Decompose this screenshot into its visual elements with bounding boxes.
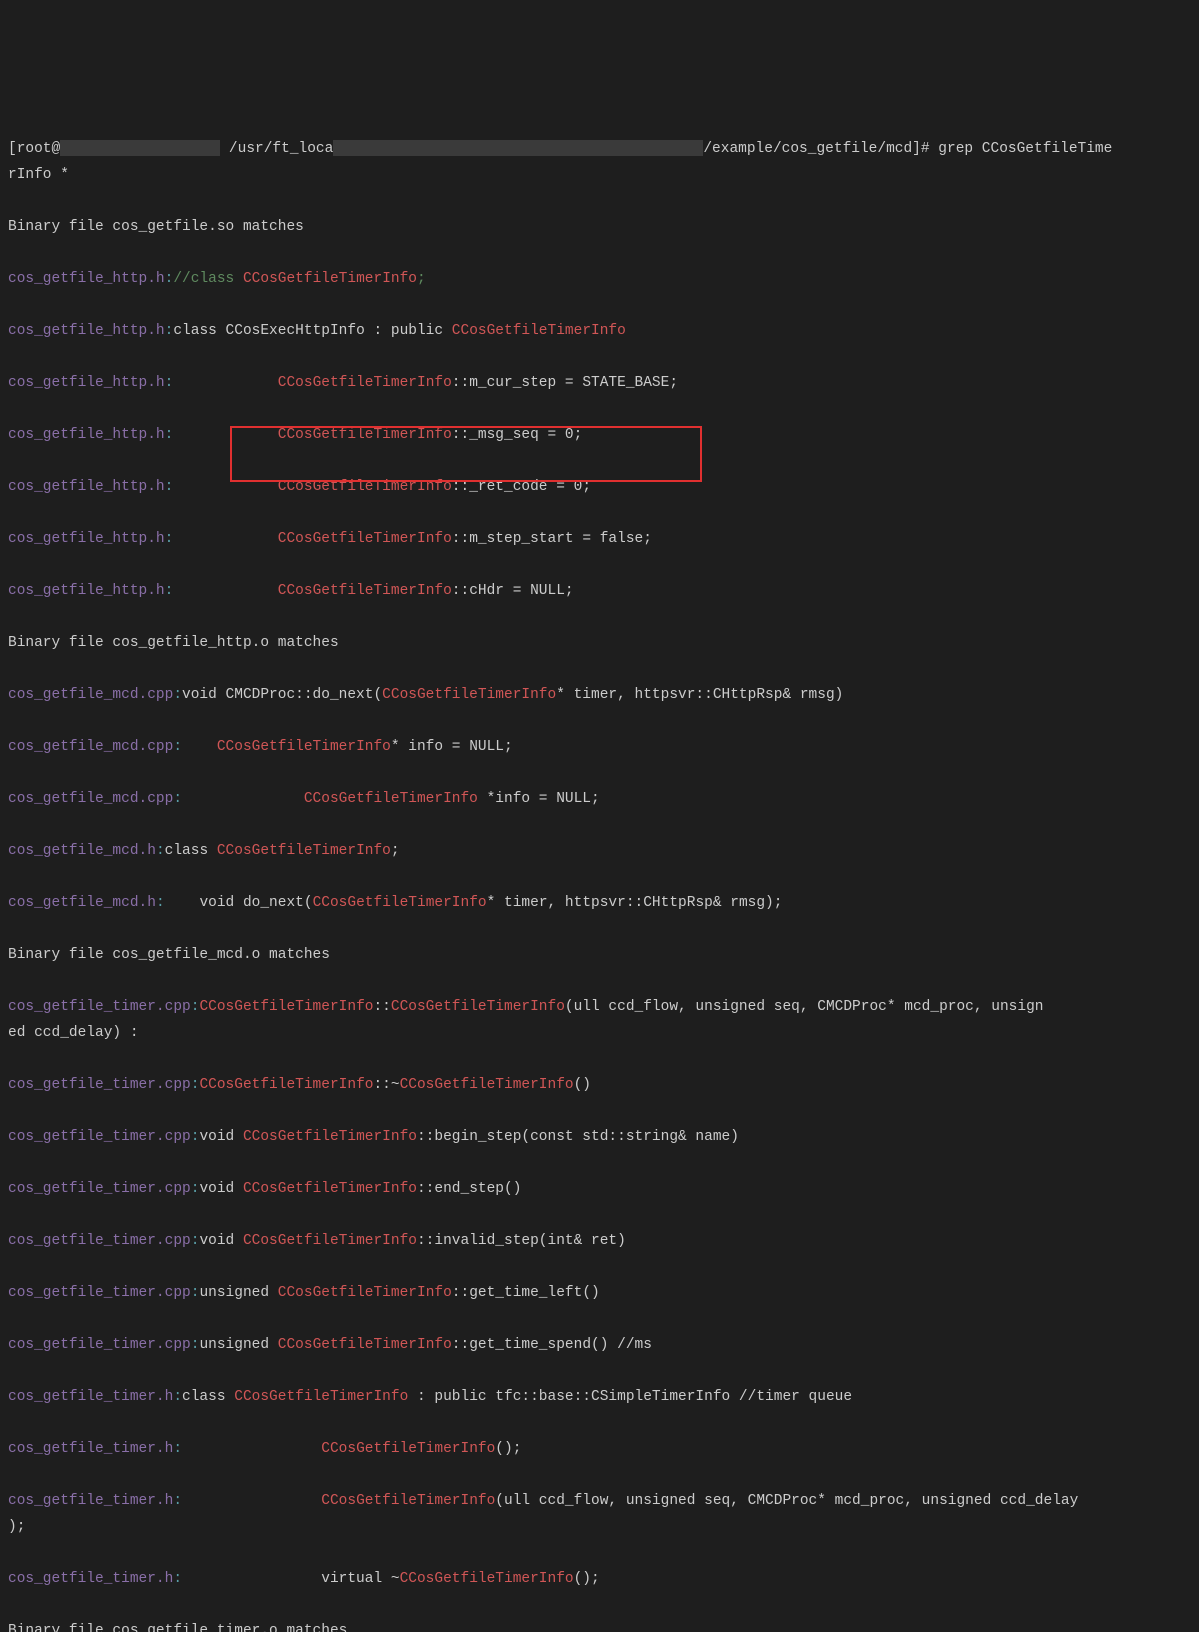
output-line: cos_getfile_timer.h: CCosGetfileTimerInf… <box>8 1436 1191 1462</box>
output-line: cos_getfile_timer.h: virtual ~CCosGetfil… <box>8 1566 1191 1592</box>
output-line: cos_getfile_http.h: CCosGetfileTimerInfo… <box>8 422 1191 448</box>
output-line: cos_getfile_timer.cpp:void CCosGetfileTi… <box>8 1228 1191 1254</box>
prompt-line: [root@ /usr/ft_loca/example/cos_getfile/… <box>8 136 1191 188</box>
output-line: cos_getfile_timer.cpp:unsigned CCosGetfi… <box>8 1280 1191 1306</box>
output-line: cos_getfile_timer.cpp:CCosGetfileTimerIn… <box>8 1072 1191 1098</box>
output-line: cos_getfile_http.h: CCosGetfileTimerInfo… <box>8 526 1191 552</box>
output-line: cos_getfile_timer.cpp:void CCosGetfileTi… <box>8 1124 1191 1150</box>
output-line: cos_getfile_mcd.cpp:void CMCDProc::do_ne… <box>8 682 1191 708</box>
output-line: cos_getfile_timer.h: CCosGetfileTimerInf… <box>8 1488 1191 1540</box>
output-line: cos_getfile_mcd.cpp: CCosGetfileTimerInf… <box>8 786 1191 812</box>
output-line: cos_getfile_timer.cpp:CCosGetfileTimerIn… <box>8 994 1191 1046</box>
output-line: Binary file cos_getfile_mcd.o matches <box>8 942 1191 968</box>
redacted-path <box>333 140 703 156</box>
output-line: cos_getfile_http.h: CCosGetfileTimerInfo… <box>8 578 1191 604</box>
output-line: cos_getfile_http.h://class CCosGetfileTi… <box>8 266 1191 292</box>
output-line: cos_getfile_timer.h:class CCosGetfileTim… <box>8 1384 1191 1410</box>
output-line: cos_getfile_mcd.cpp: CCosGetfileTimerInf… <box>8 734 1191 760</box>
command: grep CCosGetfileTime <box>938 141 1112 157</box>
command-cont: rInfo * <box>8 167 69 183</box>
output-line: cos_getfile_mcd.h: void do_next(CCosGetf… <box>8 890 1191 916</box>
terminal-output: [root@ /usr/ft_loca/example/cos_getfile/… <box>8 110 1191 1632</box>
output-line: Binary file cos_getfile_timer.o matches <box>8 1618 1191 1632</box>
output-line: cos_getfile_http.h: CCosGetfileTimerInfo… <box>8 370 1191 396</box>
output-line: cos_getfile_http.h: CCosGetfileTimerInfo… <box>8 474 1191 500</box>
output-line: cos_getfile_http.h:class CCosExecHttpInf… <box>8 318 1191 344</box>
output-line: cos_getfile_timer.cpp:unsigned CCosGetfi… <box>8 1332 1191 1358</box>
redacted-host <box>60 140 220 156</box>
output-line: cos_getfile_mcd.h:class CCosGetfileTimer… <box>8 838 1191 864</box>
prompt-user: [root@ <box>8 141 60 157</box>
output-line: cos_getfile_timer.cpp:void CCosGetfileTi… <box>8 1176 1191 1202</box>
prompt-path-left: /usr/ft_loca <box>220 141 333 157</box>
output-line: Binary file cos_getfile.so matches <box>8 214 1191 240</box>
output-line: Binary file cos_getfile_http.o matches <box>8 630 1191 656</box>
prompt-path-right: /example/cos_getfile/mcd]# <box>703 141 938 157</box>
